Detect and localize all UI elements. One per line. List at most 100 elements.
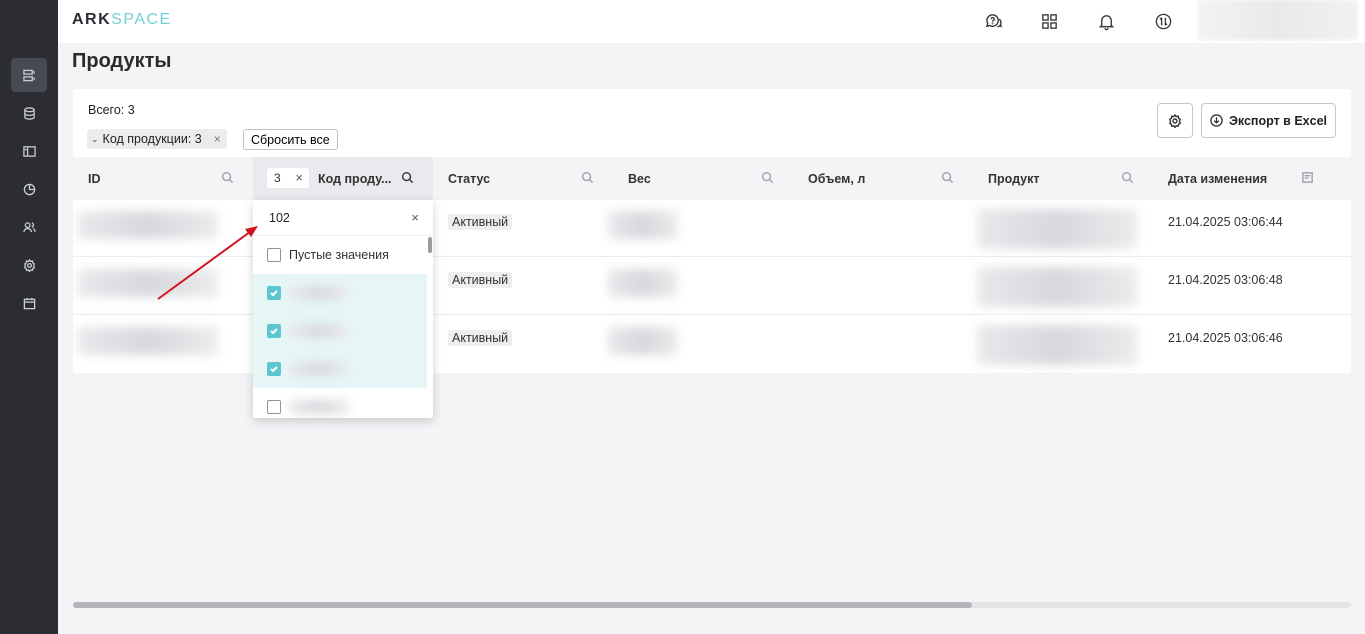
- logo-ark: ARK: [72, 11, 112, 28]
- status-badge: Активный: [448, 271, 513, 288]
- top-header: ARKSPACE: [58, 0, 1365, 43]
- sidebar: [0, 0, 58, 634]
- chart-icon: [23, 183, 35, 195]
- filter-option-blurred: [289, 286, 349, 300]
- modified-date: 21.04.2025 03:06:44: [1168, 214, 1283, 229]
- export-label: Экспорт в Excel: [1228, 113, 1327, 128]
- logo-space: SPACE: [111, 11, 172, 28]
- apps-grid-button[interactable]: [1038, 10, 1060, 32]
- gear-icon: [23, 258, 35, 272]
- search-icon[interactable]: [1121, 171, 1135, 185]
- modified-date: 21.04.2025 03:06:46: [1168, 330, 1283, 345]
- download-icon: [1210, 114, 1223, 127]
- search-icon[interactable]: [941, 171, 955, 185]
- column-label: Код проду...: [318, 171, 392, 186]
- filter-option-blurred: [289, 324, 349, 338]
- checkbox[interactable]: [267, 400, 281, 414]
- column-header-status[interactable]: Статус: [433, 157, 613, 200]
- close-icon[interactable]: ×: [295, 170, 303, 185]
- sidebar-item-calendar[interactable]: [11, 286, 47, 320]
- status-cell: Активный: [433, 200, 613, 257]
- column-label: Продукт: [988, 171, 1040, 186]
- id-cell: [78, 200, 228, 257]
- close-icon[interactable]: ×: [411, 210, 419, 225]
- filter-chip[interactable]: ⌄ Код продукции: 3 ×: [87, 129, 227, 149]
- sidebar-item-settings[interactable]: [11, 248, 47, 282]
- filter-option[interactable]: [253, 388, 427, 418]
- checkbox-checked[interactable]: [267, 362, 281, 376]
- users-icon: [22, 221, 36, 232]
- dropdown-scrollbar[interactable]: [428, 237, 432, 253]
- modified-cell: 21.04.2025 03:06:46: [1153, 316, 1351, 373]
- column-header-modified[interactable]: Дата изменения: [1153, 157, 1351, 200]
- search-icon[interactable]: [761, 171, 775, 185]
- check-icon: [270, 366, 278, 373]
- sidebar-item-layout[interactable]: [11, 134, 47, 168]
- column-label: ID: [88, 171, 101, 186]
- apps-grid-icon: [1041, 13, 1057, 29]
- column-label: Дата изменения: [1168, 171, 1268, 186]
- code-filter-dropdown: × Пустые значения: [253, 200, 433, 418]
- product-cell: [977, 200, 1143, 257]
- products-icon: [22, 69, 35, 81]
- checkbox-checked[interactable]: [267, 286, 281, 300]
- horizontal-scrollbar-thumb[interactable]: [73, 602, 972, 608]
- code-filter-count: 3: [274, 171, 281, 185]
- filter-search-input[interactable]: [269, 210, 399, 225]
- search-icon[interactable]: [581, 171, 595, 185]
- column-menu-icon[interactable]: [1301, 171, 1315, 185]
- column-label: Статус: [448, 171, 491, 186]
- weight-cell: [608, 316, 688, 373]
- reset-all-button[interactable]: Сбросить все: [243, 129, 338, 150]
- filter-option-empty[interactable]: Пустые значения: [253, 236, 427, 274]
- modified-cell: 21.04.2025 03:06:44: [1153, 200, 1351, 257]
- table-settings-button[interactable]: [1157, 103, 1193, 138]
- calendar-icon: [23, 297, 35, 309]
- table-header: ID 3 × Код проду... Статус Вес Объем, л …: [73, 157, 1351, 200]
- database-icon: [23, 106, 35, 120]
- status-cell: Активный: [433, 258, 613, 315]
- support-chat-icon: [985, 13, 1002, 28]
- filter-option[interactable]: [253, 350, 427, 388]
- column-header-code[interactable]: 3 × Код проду...: [253, 157, 433, 200]
- sync-button[interactable]: [1152, 10, 1174, 32]
- chevron-down-icon: ⌄: [91, 133, 99, 144]
- sidebar-item-reports[interactable]: [11, 172, 47, 206]
- id-cell: [78, 258, 228, 315]
- status-cell: Активный: [433, 316, 613, 373]
- filter-option-label: Пустые значения: [289, 248, 389, 262]
- sidebar-item-products[interactable]: [11, 58, 47, 92]
- support-chat-button[interactable]: [982, 10, 1004, 32]
- weight-cell: [608, 258, 688, 315]
- column-header-weight[interactable]: Вес: [613, 157, 793, 200]
- column-header-id[interactable]: ID: [73, 157, 253, 200]
- sidebar-item-database[interactable]: [11, 96, 47, 130]
- filter-chip-label: Код продукции: 3: [102, 132, 202, 146]
- column-label: Вес: [628, 171, 651, 186]
- logo[interactable]: ARKSPACE: [72, 11, 172, 29]
- modified-cell: 21.04.2025 03:06:48: [1153, 258, 1351, 315]
- column-header-volume[interactable]: Объем, л: [793, 157, 973, 200]
- close-icon[interactable]: ×: [214, 132, 221, 146]
- id-cell: [78, 316, 228, 373]
- sync-icon: [1155, 13, 1171, 29]
- user-profile-blurred[interactable]: [1198, 0, 1358, 40]
- product-cell: [977, 258, 1143, 315]
- export-excel-button[interactable]: Экспорт в Excel: [1201, 103, 1336, 138]
- filter-option-blurred: [289, 362, 349, 376]
- filter-option[interactable]: [253, 274, 427, 312]
- filter-option-blurred: [289, 400, 349, 414]
- column-header-product[interactable]: Продукт: [973, 157, 1153, 200]
- filter-option[interactable]: [253, 312, 427, 350]
- sidebar-item-users[interactable]: [11, 210, 47, 244]
- page-title: Продукты: [72, 50, 172, 72]
- table-toolbar: Всего: 3 ⌄ Код продукции: 3 × Сбросить в…: [73, 89, 1351, 157]
- notifications-button[interactable]: [1095, 10, 1117, 32]
- bell-icon: [1098, 14, 1114, 30]
- search-icon[interactable]: [221, 171, 235, 185]
- checkbox[interactable]: [267, 248, 281, 262]
- checkbox-checked[interactable]: [267, 324, 281, 338]
- search-icon[interactable]: [401, 171, 415, 185]
- status-badge: Активный: [448, 329, 513, 346]
- code-filter-badge[interactable]: 3 ×: [267, 168, 309, 188]
